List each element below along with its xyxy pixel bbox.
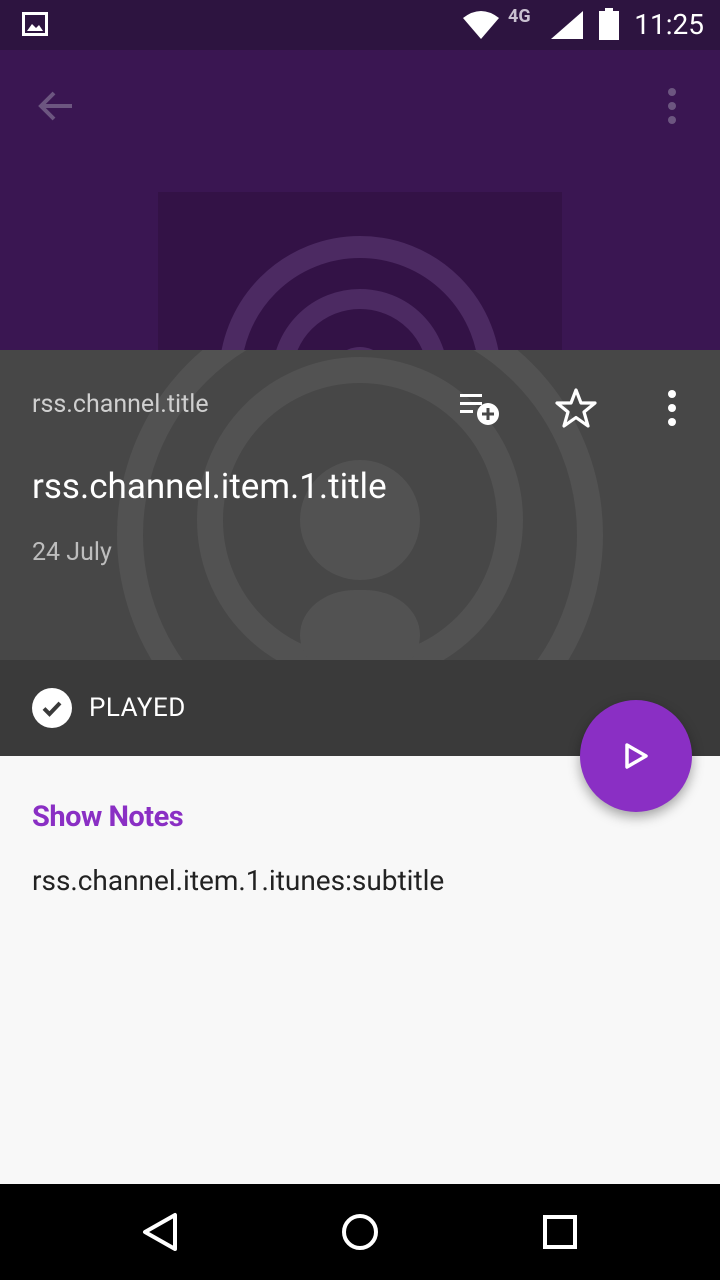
- play-button[interactable]: [580, 700, 692, 812]
- favorite-button[interactable]: [546, 378, 606, 438]
- show-notes-body: rss.channel.item.1.itunes:subtitle: [32, 864, 445, 897]
- arrow-back-icon: [38, 91, 72, 121]
- overflow-menu-button[interactable]: [640, 74, 704, 138]
- nav-recents-button[interactable]: [530, 1202, 590, 1262]
- image-notification-icon: [22, 12, 48, 40]
- play-icon: [625, 743, 648, 769]
- episode-header: [0, 50, 720, 350]
- status-bar: 4G 11:25: [0, 0, 720, 50]
- add-to-queue-button[interactable]: [450, 378, 510, 438]
- status-time: 11:25: [634, 8, 704, 41]
- star-outline-icon: [555, 388, 597, 428]
- episode-title: rss.channel.item.1.title: [32, 466, 387, 507]
- more-vert-icon: [668, 390, 676, 426]
- network-type-label: 4G: [508, 6, 531, 27]
- podcast-artwork: [158, 192, 562, 350]
- wifi-icon: [462, 10, 500, 44]
- episode-date: 24 July: [32, 538, 112, 567]
- home-circle-icon: [342, 1214, 378, 1250]
- episode-info-panel: rss.channel.title rss.channel.item.1.tit…: [0, 350, 720, 660]
- back-button[interactable]: [24, 74, 88, 138]
- back-triangle-icon: [143, 1213, 177, 1251]
- battery-icon: [598, 8, 620, 44]
- nav-back-button[interactable]: [130, 1202, 190, 1262]
- signal-icon: [550, 10, 584, 44]
- recents-square-icon: [543, 1215, 577, 1249]
- playlist-add-icon: [460, 394, 499, 425]
- show-notes-section: Show Notes rss.channel.item.1.itunes:sub…: [0, 756, 720, 1184]
- check-circle-icon: [32, 688, 72, 728]
- episode-menu-button[interactable]: [642, 378, 702, 438]
- played-label: PLAYED: [89, 693, 186, 723]
- system-nav-bar: [0, 1184, 720, 1280]
- channel-title[interactable]: rss.channel.title: [32, 390, 209, 419]
- show-notes-heading: Show Notes: [32, 800, 184, 834]
- nav-home-button[interactable]: [330, 1202, 390, 1262]
- more-vert-icon: [668, 88, 676, 124]
